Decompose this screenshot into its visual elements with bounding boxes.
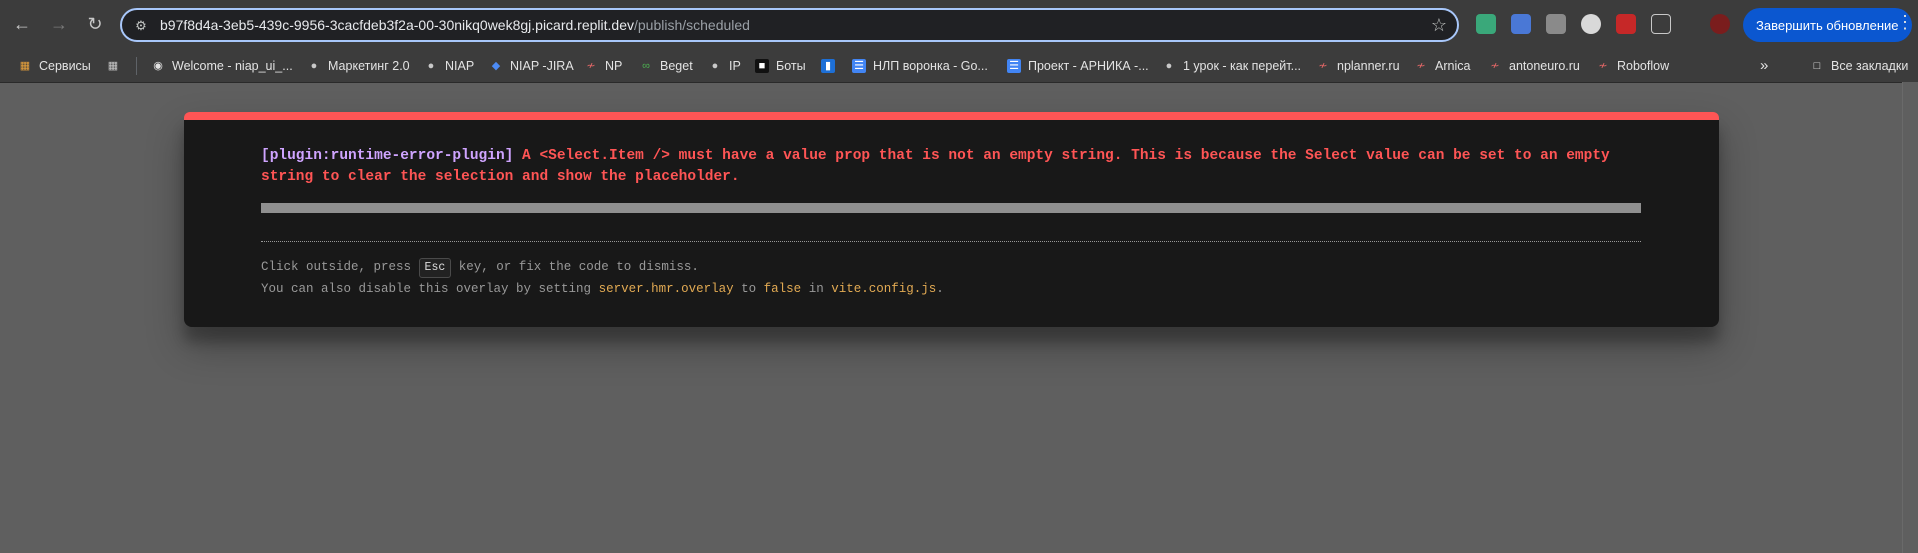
bookmark-bots[interactable]: ■ Боты xyxy=(755,49,806,82)
camera-extension-icon[interactable] xyxy=(1546,14,1566,34)
error-plugin-name: [plugin:runtime-error-plugin] xyxy=(261,148,514,164)
reload-icon: ↻ xyxy=(87,13,103,34)
error-code-frame xyxy=(261,203,1641,213)
site-info-icon[interactable]: ⚙ xyxy=(132,17,150,35)
trello-icon: ▮ xyxy=(821,58,835,73)
bookmarks-bar: ▦ Сервисы ▦ ◉ Welcome - niap_ui_... ● Марке… xyxy=(0,49,1918,83)
back-button[interactable]: ← xyxy=(10,12,34,36)
link-icon: ≁ xyxy=(1416,60,1426,72)
bookmark-trello[interactable]: ▮ xyxy=(821,49,842,82)
bookmark-nplanner[interactable]: ≁ nplanner.ru xyxy=(1316,49,1399,82)
bookmark-beget[interactable]: ∞ Beget xyxy=(639,49,693,82)
bookmark-arnica[interactable]: ≁ Arnica xyxy=(1414,49,1470,82)
bookmark-niap-jira[interactable]: ◆ NIAP -JIRA xyxy=(489,49,574,82)
link-icon: ≁ xyxy=(1490,60,1500,72)
globe-icon: ● xyxy=(711,59,719,72)
bookmarks-separator xyxy=(136,57,137,75)
docs-icon: ☰ xyxy=(852,58,866,73)
reload-button[interactable]: ↻ xyxy=(83,12,107,36)
bookmark-lesson1[interactable]: ● 1 урок - как перейт... xyxy=(1162,49,1301,82)
config-key: server.hmr.overlay xyxy=(598,282,734,296)
docs-icon: ☰ xyxy=(1007,58,1021,73)
jira-icon: ◆ xyxy=(491,60,501,72)
bots-icon: ■ xyxy=(755,58,769,73)
error-divider xyxy=(261,241,1641,242)
bookmark-ip[interactable]: ● IP xyxy=(708,49,741,82)
bookmark-star-icon[interactable]: ☆ xyxy=(1431,15,1447,36)
link-icon: ≁ xyxy=(586,60,596,72)
extensions-puzzle-icon[interactable] xyxy=(1651,14,1671,34)
bookmark-np[interactable]: ≁ NP xyxy=(584,49,622,82)
link-icon: ≁ xyxy=(1598,60,1608,72)
address-bar[interactable]: ⚙ b97f8d4a-3eb5-439c-9956-3cacfdeb3f2a-0… xyxy=(120,8,1459,42)
error-message: [plugin:runtime-error-plugin] A <Select.… xyxy=(261,146,1661,188)
finish-update-button[interactable]: Завершить обновление xyxy=(1743,8,1912,42)
error-overlay: [plugin:runtime-error-plugin] A <Select.… xyxy=(184,112,1719,327)
arrow-right-icon: → xyxy=(50,13,68,34)
chevron-double-right-icon: » xyxy=(1760,57,1769,74)
esc-key-hint: Esc xyxy=(418,258,452,278)
page-scrollbar[interactable] xyxy=(1902,82,1918,553)
bookmark-grid[interactable]: ▦ xyxy=(106,49,127,82)
browser-menu-icon[interactable]: ⋮ xyxy=(1896,12,1914,33)
bookmark-marketing[interactable]: ● Маркетинг 2.0 xyxy=(307,49,410,82)
bookmark-nlp-funnel[interactable]: ☰ НЛП воронка - Go... xyxy=(852,49,988,82)
bookmark-welcome[interactable]: ◉ Welcome - niap_ui_... xyxy=(151,49,292,82)
beget-icon: ∞ xyxy=(642,59,650,72)
config-value: false xyxy=(763,282,802,296)
globe-icon: ● xyxy=(427,59,435,72)
all-bookmarks-folder[interactable]: □ Все закладки xyxy=(1810,49,1909,82)
globe-icon: ● xyxy=(310,59,318,72)
profile-avatar[interactable] xyxy=(1710,14,1730,34)
apps-grid-icon: ▦ xyxy=(19,60,31,72)
forward-button[interactable]: → xyxy=(47,12,71,36)
disable-overlay-tip: You can also disable this overlay by set… xyxy=(261,282,944,296)
url-path: /publish/scheduled xyxy=(634,17,750,33)
extension-5-icon[interactable] xyxy=(1616,14,1636,34)
arrow-left-icon: ← xyxy=(13,13,31,34)
link-icon: ≁ xyxy=(1318,60,1328,72)
globe-icon: ● xyxy=(1165,59,1173,72)
bookmark-antoneuro[interactable]: ≁ antoneuro.ru xyxy=(1488,49,1580,82)
bookmark-niap[interactable]: ● NIAP xyxy=(424,49,475,82)
config-file: vite.config.js xyxy=(831,282,937,296)
extension-4-icon[interactable] xyxy=(1581,14,1601,34)
bookmark-roboflow[interactable]: ≁ Roboflow xyxy=(1596,49,1669,82)
more-bookmarks-button[interactable]: » xyxy=(1760,49,1768,82)
extension-2-icon[interactable] xyxy=(1511,14,1531,34)
bookmark-services[interactable]: ▦ Сервисы xyxy=(18,49,91,82)
folder-icon: □ xyxy=(1813,59,1821,72)
bookmark-arnika[interactable]: ☰ Проект - АРНИКА -... xyxy=(1007,49,1149,82)
github-icon: ◉ xyxy=(153,60,163,72)
grid-icon: ▦ xyxy=(107,60,119,72)
url-host: b97f8d4a-3eb5-439c-9956-3cacfdeb3f2a-00-… xyxy=(160,17,634,33)
browser-toolbar: ← → ↻ ⚙ b97f8d4a-3eb5-439c-9956-3cacfdeb… xyxy=(0,0,1918,49)
dismiss-tip: Click outside, press Esc key, or fix the… xyxy=(261,258,699,278)
url-text[interactable]: b97f8d4a-3eb5-439c-9956-3cacfdeb3f2a-00-… xyxy=(160,17,750,33)
extension-1-icon[interactable] xyxy=(1476,14,1496,34)
